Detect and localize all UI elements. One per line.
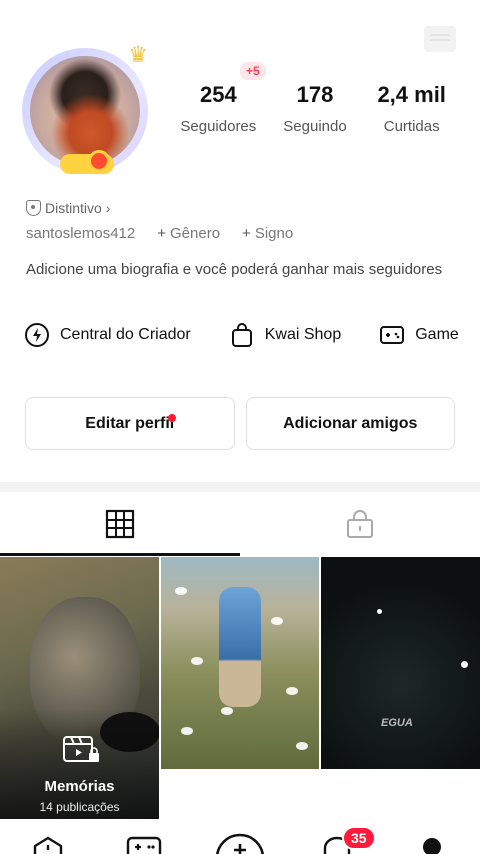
add-friends-label: Adicionar amigos xyxy=(283,414,418,432)
notification-dot xyxy=(168,414,176,422)
create-post-icon[interactable] xyxy=(214,832,266,854)
grid-icon xyxy=(105,509,135,539)
shopping-bag-icon xyxy=(231,323,252,347)
likes-label: Curtidas xyxy=(383,118,440,135)
likes-count: 2,4 mil xyxy=(377,82,446,107)
distintivo-label: Distintivo xyxy=(45,200,102,216)
posts-grid: Memórias 14 publicações EGUA xyxy=(0,557,480,819)
badge-shield-icon xyxy=(26,200,41,216)
tab-private[interactable] xyxy=(240,492,480,556)
user-info-line: santoslemos412 + Gênero + Signo xyxy=(26,225,293,242)
plus-icon: + xyxy=(242,225,251,242)
butterfly-decoration xyxy=(175,587,187,595)
shortcut-label: Game xyxy=(415,326,459,343)
section-divider xyxy=(0,482,480,492)
post-watermark: EGUA xyxy=(381,717,413,729)
content-tabs xyxy=(0,492,480,556)
sparkle-decoration xyxy=(377,609,382,614)
post-image xyxy=(219,587,261,707)
stat-likes[interactable]: 2,4 mil Curtidas xyxy=(363,80,460,135)
followers-label: Seguidores xyxy=(180,118,257,135)
bio-prompt[interactable]: Adicione uma biografia e você poderá gan… xyxy=(26,260,446,279)
gamepad-icon xyxy=(380,326,405,344)
profile-stats: +5 254 Seguidores 178 Seguindo 2,4 mil C… xyxy=(170,62,460,135)
shortcut-game[interactable]: Game xyxy=(379,322,459,348)
notification-badge: 35 xyxy=(342,826,376,850)
butterfly-decoration xyxy=(271,617,283,625)
following-count: 178 xyxy=(296,82,334,107)
followers-count: 254 xyxy=(199,82,237,107)
profile-actions: Editar perfil Adicionar amigos xyxy=(25,397,455,450)
shortcut-creator-center[interactable]: Central do Criador xyxy=(24,322,191,348)
plus-icon: + xyxy=(157,225,166,242)
bottom-navigation xyxy=(0,822,480,854)
sparkle-decoration xyxy=(461,661,468,668)
shortcut-kwai-shop[interactable]: Kwai Shop xyxy=(229,322,342,348)
home-icon[interactable] xyxy=(32,836,64,854)
crown-icon: ♛ xyxy=(128,42,148,67)
butterfly-decoration xyxy=(181,727,193,735)
distintivo-link[interactable]: Distintivo › xyxy=(26,200,110,216)
avatar-photo xyxy=(30,56,140,166)
album-lock-icon xyxy=(63,736,99,762)
butterfly-decoration xyxy=(221,707,233,715)
shortcuts-row: Central do Criador Kwai Shop Game xyxy=(24,322,480,348)
chevron-right-icon: › xyxy=(105,200,111,216)
followers-new-badge: +5 xyxy=(240,62,266,80)
shortcut-label: Kwai Shop xyxy=(264,326,342,343)
following-label: Seguindo xyxy=(283,118,347,135)
sign-label: Signo xyxy=(254,225,294,242)
album-count: 14 publicações xyxy=(39,800,120,814)
add-gender-button[interactable]: + Gênero xyxy=(157,225,220,242)
shortcut-label: Central do Criador xyxy=(60,326,191,343)
butterfly-decoration xyxy=(296,742,308,750)
memorias-album[interactable]: Memórias 14 publicações xyxy=(0,557,159,819)
edit-profile-button[interactable]: Editar perfil xyxy=(25,397,235,450)
username: santoslemos412 xyxy=(26,225,136,242)
avatar-badge xyxy=(60,150,114,174)
album-title: Memórias xyxy=(44,778,115,795)
post-thumbnail[interactable]: EGUA xyxy=(321,557,480,769)
stat-following[interactable]: 178 Seguindo xyxy=(267,80,364,135)
stat-followers[interactable]: +5 254 Seguidores xyxy=(170,62,267,135)
post-thumbnail[interactable] xyxy=(161,557,319,769)
lightning-icon xyxy=(25,323,49,347)
butterfly-decoration xyxy=(191,657,203,665)
avatar[interactable]: ♛ xyxy=(22,42,148,174)
butterfly-decoration xyxy=(286,687,298,695)
profile-icon[interactable] xyxy=(422,836,442,854)
edit-profile-label: Editar perfil xyxy=(85,414,175,432)
add-sign-button[interactable]: + Signo xyxy=(242,225,293,242)
tab-posts[interactable] xyxy=(0,492,240,556)
menu-icon[interactable] xyxy=(424,26,456,52)
gender-label: Gênero xyxy=(170,225,221,242)
add-friends-button[interactable]: Adicionar amigos xyxy=(245,397,455,450)
gamepad-nav-icon[interactable] xyxy=(126,836,162,854)
lock-icon xyxy=(347,510,373,538)
